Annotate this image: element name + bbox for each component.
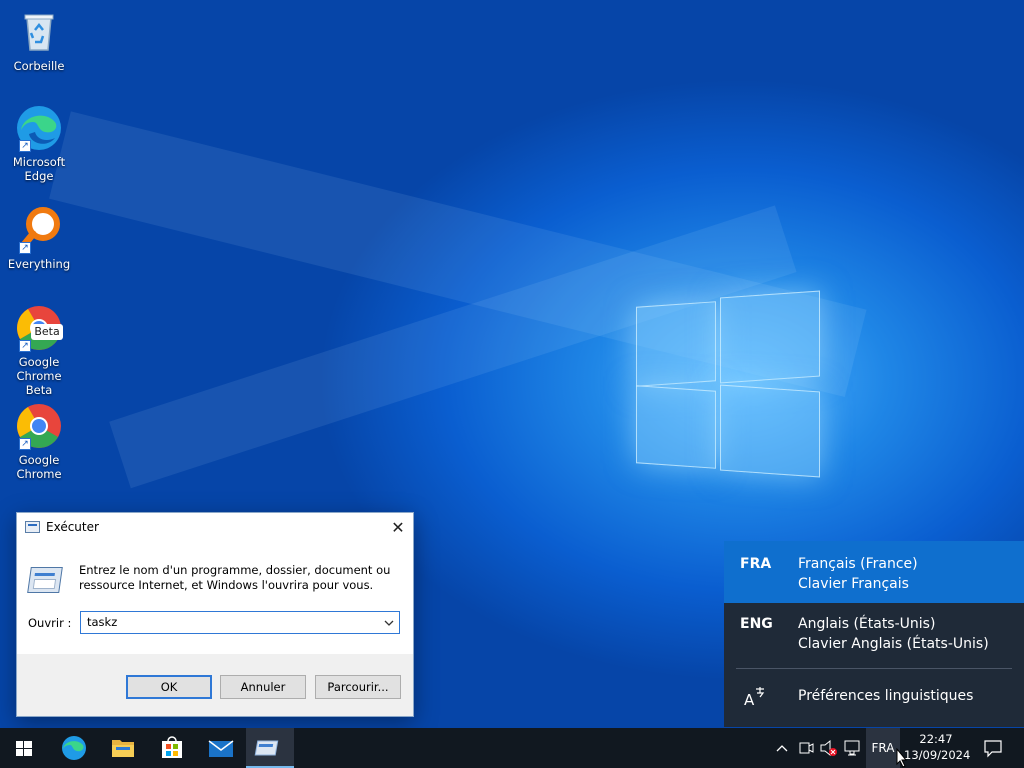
taskbar-file-explorer[interactable] [99,728,147,768]
language-name: Français (France) [798,556,918,572]
taskbar-mail[interactable] [197,728,245,768]
beta-badge: Beta [31,324,63,340]
keyboard-name: Clavier Français [798,576,909,592]
taskbar-store[interactable] [148,728,196,768]
run-dialog: Exécuter ✕ Entrez le nom d'un programme,… [16,512,414,717]
desktop-icon-chrome[interactable]: ↗ Google Chrome [4,402,74,481]
language-option-fra[interactable]: FRA Français (France) Clavier Français [724,541,1024,603]
windows-logo-wallpaper [636,290,822,480]
start-button[interactable] [0,728,48,768]
run-icon [254,740,279,756]
run-icon [25,521,40,533]
run-program-icon [27,567,63,593]
edge-icon: ↗ [15,104,63,152]
close-button[interactable]: ✕ [383,513,413,542]
svg-text:A: A [744,691,755,708]
action-center-button[interactable] [978,728,1008,768]
recycle-bin-icon [15,8,63,56]
desktop-icon-label: Microsoft Edge [12,155,66,183]
desktop-icon-label: Corbeille [13,59,65,73]
desktop-icon-edge[interactable]: ↗ Microsoft Edge [4,104,74,183]
clock-date: 13/09/2024 [904,748,971,762]
tray-volume[interactable] [818,728,840,768]
language-preferences-link[interactable]: Préférences linguistiques [798,688,973,704]
tray-network[interactable] [842,728,864,768]
file-explorer-icon [112,740,134,757]
language-flyout: FRA Français (France) Clavier Français E… [724,541,1024,727]
language-code: FRA [740,556,772,572]
chrome-beta-icon: Beta ↗ [15,304,63,352]
camera-icon [799,742,814,754]
chevron-up-icon [776,745,788,752]
desktop-icon-label: Google Chrome [16,453,62,481]
edge-icon [62,736,86,760]
language-option-eng[interactable]: ENG Anglais (États-Unis) Clavier Anglais… [724,603,1024,665]
volume-muted-icon [820,739,837,757]
tray-camera[interactable] [796,728,816,768]
network-icon [844,740,860,756]
flyout-divider [736,668,1012,669]
chrome-icon: ↗ [15,402,63,450]
store-icon [162,736,182,758]
notification-icon [984,740,1002,758]
ok-button[interactable]: OK [126,675,212,699]
show-hidden-icons-button[interactable] [772,728,792,768]
run-dialog-title: Exécuter [46,520,99,534]
mail-icon [208,740,234,757]
start-icon [16,741,32,756]
open-input[interactable]: taskz [87,615,117,629]
chevron-down-icon[interactable] [383,613,395,636]
taskbar-run[interactable] [246,728,294,768]
everything-search-icon: ↗ [15,206,63,254]
run-dialog-description: Entrez le nom d'un programme, dossier, d… [79,563,391,592]
desktop-icon-everything[interactable]: ↗ Everything [4,206,74,271]
open-combobox[interactable]: taskz [80,611,400,634]
language-name: Anglais (États-Unis) [798,616,936,632]
cancel-button[interactable]: Annuler [220,675,306,699]
desktop-icon-chrome-beta[interactable]: Beta ↗ Google Chrome Beta [4,304,74,397]
desktop-icon-label: Everything [7,257,71,271]
taskbar: FRA 22:47 13/09/2024 [0,728,1024,768]
open-label: Ouvrir : [28,616,72,630]
language-code: ENG [740,616,773,632]
taskbar-edge[interactable] [50,728,98,768]
keyboard-name: Clavier Anglais (États-Unis) [798,636,989,652]
desktop-icon-label: Google Chrome Beta [16,355,62,397]
desktop-icon-recycle-bin[interactable]: Corbeille [4,8,74,73]
mouse-cursor-icon [896,748,908,768]
clock-time: 22:47 [919,732,953,746]
run-dialog-titlebar[interactable]: Exécuter ✕ [17,513,413,542]
input-indicator-button[interactable]: FRA [866,728,900,768]
browse-button[interactable]: Parcourir... [315,675,401,699]
language-preferences-icon: A [744,686,766,712]
taskbar-clock[interactable]: 22:47 13/09/2024 [904,728,971,768]
